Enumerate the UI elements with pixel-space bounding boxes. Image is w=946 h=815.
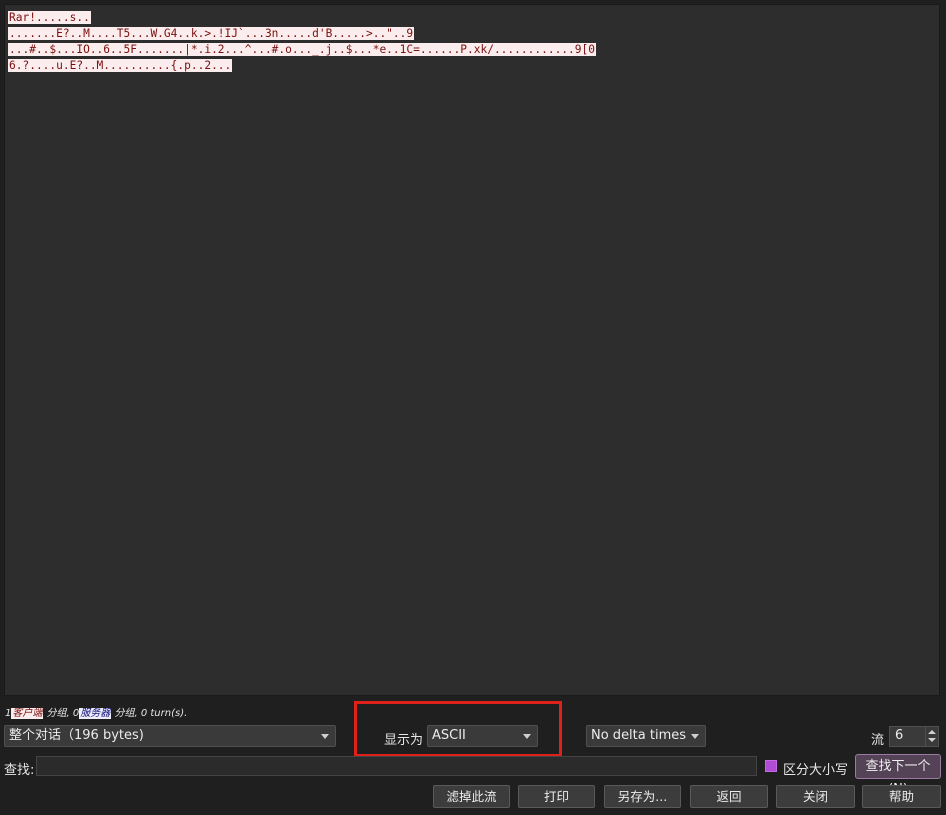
print-button[interactable]: 打印	[518, 785, 595, 808]
stream-stats: 1客户端 分组, 0服务器 分组, 0 turn(s).	[5, 704, 187, 719]
arrow-up-icon[interactable]	[928, 730, 936, 734]
stream-line: 6.?....u.E?..M..........{.p..2...	[8, 58, 936, 74]
client-tag: 客户端	[11, 708, 44, 719]
stream-line: .......E?..M....T5...W.G4..k.>.!IJ`...3n…	[8, 26, 936, 42]
find-next-button[interactable]: 查找下一个(N)	[855, 754, 941, 797]
client-data-text: .......E?..M....T5...W.G4..k.>.!IJ`...3n…	[8, 27, 415, 40]
conversation-select-value: 整个对话（196 bytes)	[9, 728, 144, 743]
search-input[interactable]	[36, 756, 757, 776]
show-as-label: 显示为	[384, 733, 424, 748]
search-label: 查找:	[4, 763, 35, 778]
spin-arrows[interactable]	[925, 727, 938, 746]
show-as-value: ASCII	[432, 728, 466, 743]
close-button[interactable]: 关闭	[776, 785, 855, 808]
client-data-text: ...#..$...IO..6..5F.......|*.i.2...^...#…	[8, 43, 596, 56]
back-button[interactable]: 返回	[690, 785, 768, 808]
delta-times-value: No delta times	[591, 728, 687, 743]
client-data-text: 6.?....u.E?..M..........{.p..2...	[8, 59, 233, 72]
arrow-down-icon[interactable]	[928, 738, 936, 742]
chevron-down-icon	[523, 734, 531, 739]
chevron-down-icon	[321, 734, 329, 739]
case-sensitive-checkbox[interactable]	[765, 760, 777, 772]
server-suffix: 分组, 0 turn(s).	[111, 708, 188, 719]
stream-number-value: 6	[895, 728, 904, 743]
stream-label: 流	[871, 733, 885, 748]
filter-out-button[interactable]: 滤掉此流	[433, 785, 510, 808]
server-tag: 服务器	[79, 708, 112, 719]
delta-times-select[interactable]: No delta times	[586, 725, 706, 747]
client-suffix: 分组,	[43, 708, 73, 719]
stream-content-area[interactable]: Rar!.....s.. .......E?..M....T5...W.G4..…	[4, 4, 940, 696]
conversation-select[interactable]: 整个对话（196 bytes)	[4, 725, 336, 747]
show-as-select[interactable]: ASCII	[427, 725, 538, 747]
help-button[interactable]: 帮助	[862, 785, 941, 808]
save-as-button[interactable]: 另存为...	[604, 785, 681, 808]
stream-number-spinbox[interactable]: 6	[889, 726, 939, 747]
client-data-text: Rar!.....s..	[8, 11, 91, 24]
stream-line: Rar!.....s..	[8, 10, 936, 26]
case-sensitive-label: 区分大小写	[783, 763, 849, 778]
chevron-down-icon	[691, 734, 699, 739]
stream-line: ...#..$...IO..6..5F.......|*.i.2...^...#…	[8, 42, 936, 58]
